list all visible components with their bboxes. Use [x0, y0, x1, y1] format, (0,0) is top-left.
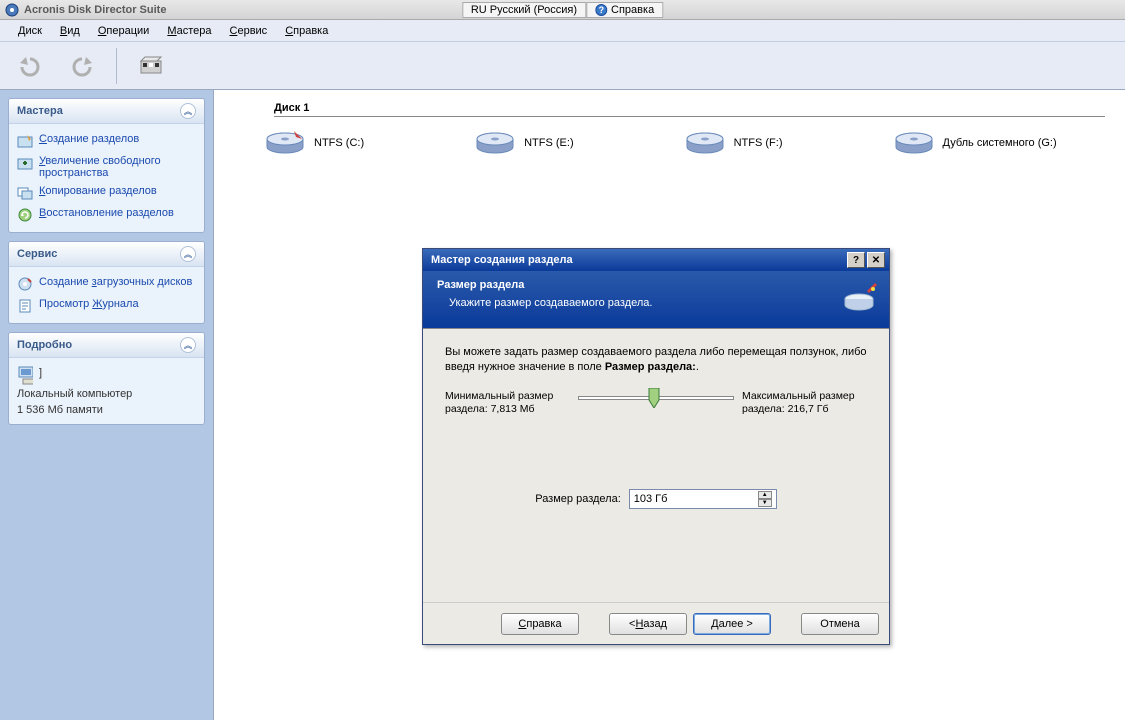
panel-wizards: Мастера ︽ Создание разделов Увеличение с…	[8, 98, 205, 233]
undo-button[interactable]	[12, 48, 48, 84]
dialog-title: Мастер создания раздела	[431, 254, 573, 266]
help-button[interactable]: ? Справка	[586, 2, 663, 18]
computer-item: ]	[17, 364, 196, 386]
dialog-banner: Размер раздела Укажите размер создаваемо…	[423, 271, 889, 329]
panel-wizards-title: Мастера	[17, 105, 63, 117]
menu-service[interactable]: Сервис	[222, 23, 276, 39]
partition-f[interactable]: NTFS (F:)	[684, 129, 783, 157]
partition-e[interactable]: NTFS (E:)	[474, 129, 574, 157]
size-value: 103 Гб	[634, 493, 668, 505]
language-button[interactable]: RU Русский (Россия)	[462, 2, 586, 18]
sidebar-item-increase-space[interactable]: Увеличение свободного пространства	[17, 152, 196, 182]
dialog-help-button[interactable]: ?	[847, 252, 865, 268]
min-size-label: Минимальный размер раздела: 7,813 Мб	[445, 390, 570, 417]
computer-icon	[17, 367, 33, 383]
panel-details-header[interactable]: Подробно ︽	[9, 333, 204, 358]
panel-service-title: Сервис	[17, 248, 57, 260]
partition-c[interactable]: NTFS (C:)	[264, 129, 364, 157]
menu-view[interactable]: Вид	[52, 23, 88, 39]
disk-title: Диск 1	[274, 102, 1105, 117]
lang-label: RU Русский (Россия)	[471, 4, 577, 16]
close-icon[interactable]: ✕	[867, 252, 885, 268]
create-partition-icon	[17, 133, 33, 149]
titlebar: Acronis Disk Director Suite RU Русский (…	[0, 0, 1125, 20]
sidebar-item-log[interactable]: Просмотр Журнала	[17, 295, 196, 317]
slider-thumb-icon[interactable]	[647, 388, 661, 408]
dialog-body: Вы можете задать размер создаваемого раз…	[423, 329, 889, 602]
sidebar-item-recover-partition[interactable]: Восстановление разделов	[17, 204, 196, 226]
panel-details: Подробно ︽ ] Локальный компьютер 1 536 М…	[8, 332, 205, 425]
banner-subtitle: Укажите размер создаваемого раздела.	[449, 297, 875, 309]
size-slider[interactable]	[578, 396, 734, 400]
chevron-up-icon: ︽	[180, 246, 196, 262]
app-icon	[4, 2, 20, 18]
dialog-instruction: Вы можете задать размер создаваемого раз…	[445, 345, 867, 376]
host-label: Локальный компьютер	[17, 386, 196, 402]
wizard-icon	[843, 283, 879, 319]
partition-g-label: Дубль системного (G:)	[943, 137, 1057, 149]
app-title: Acronis Disk Director Suite	[24, 4, 166, 16]
copy-partition-icon	[17, 185, 33, 201]
size-field-label: Размер раздела:	[535, 493, 621, 505]
dialog-titlebar[interactable]: Мастер создания раздела ? ✕	[423, 249, 889, 271]
menu-operations[interactable]: Операции	[90, 23, 157, 39]
wizard-dialog: Мастер создания раздела ? ✕ Размер разде…	[422, 248, 890, 645]
increase-space-icon	[17, 155, 33, 171]
commit-button[interactable]	[133, 48, 169, 84]
redo-button[interactable]	[64, 48, 100, 84]
back-button[interactable]: < Назад	[609, 613, 687, 635]
bootdisk-icon	[17, 276, 33, 292]
partition-c-label: NTFS (C:)	[314, 137, 364, 149]
disk-icon	[264, 129, 306, 157]
disk-icon	[684, 129, 726, 157]
sidebar-item-create-partition[interactable]: Создание разделов	[17, 130, 196, 152]
menubar: Диск Вид Операции Мастера Сервис Справка	[0, 20, 1125, 42]
panel-details-title: Подробно	[17, 339, 72, 351]
banner-title: Размер раздела	[437, 279, 875, 291]
chevron-up-icon: ︽	[180, 103, 196, 119]
panel-service: Сервис ︽ Создание загрузочных дисков Про…	[8, 241, 205, 324]
help-button[interactable]: Справка	[501, 613, 579, 635]
recover-partition-icon	[17, 207, 33, 223]
toolbar	[0, 42, 1125, 90]
sidebar-item-bootdisk[interactable]: Создание загрузочных дисков	[17, 273, 196, 295]
partition-f-label: NTFS (F:)	[734, 137, 783, 149]
size-input[interactable]: 103 Гб ▲ ▼	[629, 489, 777, 509]
disk-icon	[893, 129, 935, 157]
spin-down-button[interactable]: ▼	[758, 499, 772, 507]
menu-wizards[interactable]: Мастера	[159, 23, 219, 39]
sidebar: Мастера ︽ Создание разделов Увеличение с…	[0, 90, 213, 720]
help-icon: ?	[595, 4, 607, 16]
dialog-footer: Справка < Назад Далее > Отмена	[423, 602, 889, 644]
memory-label: 1 536 Мб памяти	[17, 402, 196, 418]
cancel-button[interactable]: Отмена	[801, 613, 879, 635]
next-button[interactable]: Далее >	[693, 613, 771, 635]
menu-disk[interactable]: Диск	[10, 23, 50, 39]
svg-text:?: ?	[598, 5, 604, 15]
panel-service-header[interactable]: Сервис ︽	[9, 242, 204, 267]
spin-up-button[interactable]: ▲	[758, 491, 772, 499]
max-size-label: Максимальный размер раздела: 216,7 Гб	[742, 390, 867, 417]
toolbar-divider	[116, 48, 117, 84]
partition-e-label: NTFS (E:)	[524, 137, 574, 149]
log-icon	[17, 298, 33, 314]
partition-g[interactable]: Дубль системного (G:)	[893, 129, 1057, 157]
sidebar-item-copy-partition[interactable]: Копирование разделов	[17, 182, 196, 204]
menu-help[interactable]: Справка	[277, 23, 336, 39]
disk-icon	[474, 129, 516, 157]
help-label: Справка	[611, 4, 654, 16]
chevron-up-icon: ︽	[180, 337, 196, 353]
panel-wizards-header[interactable]: Мастера ︽	[9, 99, 204, 124]
computer-name: ]	[39, 367, 42, 379]
